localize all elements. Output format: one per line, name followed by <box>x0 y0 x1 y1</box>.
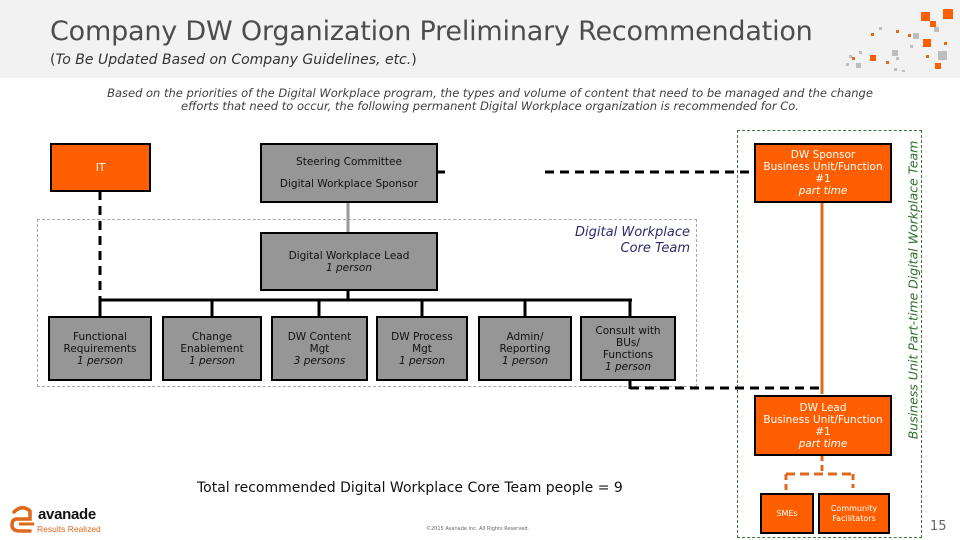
connectors <box>98 170 855 495</box>
facilitators-line-1: Community <box>830 503 878 513</box>
dw-lead-box: Digital Workplace Lead 1 person <box>260 232 438 291</box>
bu-lead-line-2: Business Unit/Function #1 <box>763 413 883 438</box>
role-sub: 1 person <box>76 354 123 367</box>
total-core-team: Total recommended Digital Workplace Core… <box>197 480 623 496</box>
steering-line-1: Steering Committee <box>296 155 402 168</box>
role-line-2: Reporting <box>499 342 551 355</box>
role-line-2: Functions <box>602 348 654 361</box>
role-line-1: DW Process <box>391 330 453 343</box>
avanade-logo-icon <box>10 506 34 533</box>
bu-sponsor-line-2: Business Unit/Function #1 <box>763 161 883 185</box>
role-line-2: Enablement <box>180 342 244 355</box>
dw-lead-sub: 1 person <box>325 261 372 274</box>
bu-lead-sub: part time <box>798 437 848 450</box>
page-number: 15 <box>930 519 947 534</box>
role-line-1: Consult with BUs/ <box>595 324 661 349</box>
role-line-1: Admin/ <box>506 330 544 343</box>
role-box-dw-content-mgt: DW Content Mgt 3 persons <box>271 316 368 381</box>
role-sub: 1 person <box>188 354 235 367</box>
smes-box: SMEs <box>760 493 814 534</box>
role-sub: 3 persons <box>293 354 346 367</box>
bu-lead-line-1: DW Lead <box>799 401 847 414</box>
role-sub: 1 person <box>398 354 445 367</box>
dw-lead-title: Digital Workplace Lead <box>288 249 410 262</box>
steering-line-2: Digital Workplace Sponsor <box>279 178 419 191</box>
role-box-consult-bus: Consult with BUs/ Functions 1 person <box>580 316 676 381</box>
role-line-1: Change <box>191 330 233 343</box>
copyright: ©2015 Avanade Inc. All Rights Reserved. <box>426 526 530 532</box>
role-line-2: Mgt <box>309 342 330 355</box>
it-box-title: IT <box>95 161 106 174</box>
role-box-functional-requirements: Functional Requirements 1 person <box>48 316 152 381</box>
role-line-1: Functional <box>72 330 127 343</box>
role-sub: 1 person <box>604 360 651 373</box>
logo-wordmark: avanade <box>38 506 96 523</box>
role-box-admin-reporting: Admin/ Reporting 1 person <box>478 316 572 381</box>
steering-committee-box: Steering Committee Digital Workplace Spo… <box>260 143 438 203</box>
avanade-logo: avanade Results Realized <box>10 505 120 535</box>
role-line-2: Requirements <box>63 342 137 355</box>
bu-sponsor-sub: part time <box>798 185 848 197</box>
bu-dw-lead-box: DW Lead Business Unit/Function #1 part t… <box>754 395 892 456</box>
role-line-1: DW Content <box>287 330 352 343</box>
it-box: IT <box>50 143 151 192</box>
role-sub: 1 person <box>501 354 548 367</box>
role-box-change-enablement: Change Enablement 1 person <box>162 316 262 381</box>
smes-title: SMEs <box>776 508 798 518</box>
community-facilitators-box: Community Facilitators <box>818 493 890 534</box>
role-line-2: Mgt <box>412 342 432 355</box>
bu-dw-sponsor-box: DW Sponsor Business Unit/Function #1 par… <box>754 143 892 203</box>
facilitators-line-2: Facilitators <box>832 513 876 523</box>
bu-sponsor-line-1: DW Sponsor <box>790 149 856 161</box>
logo-tagline: Results Realized <box>37 524 101 534</box>
role-box-dw-process-mgt: DW Process Mgt 1 person <box>376 316 468 381</box>
